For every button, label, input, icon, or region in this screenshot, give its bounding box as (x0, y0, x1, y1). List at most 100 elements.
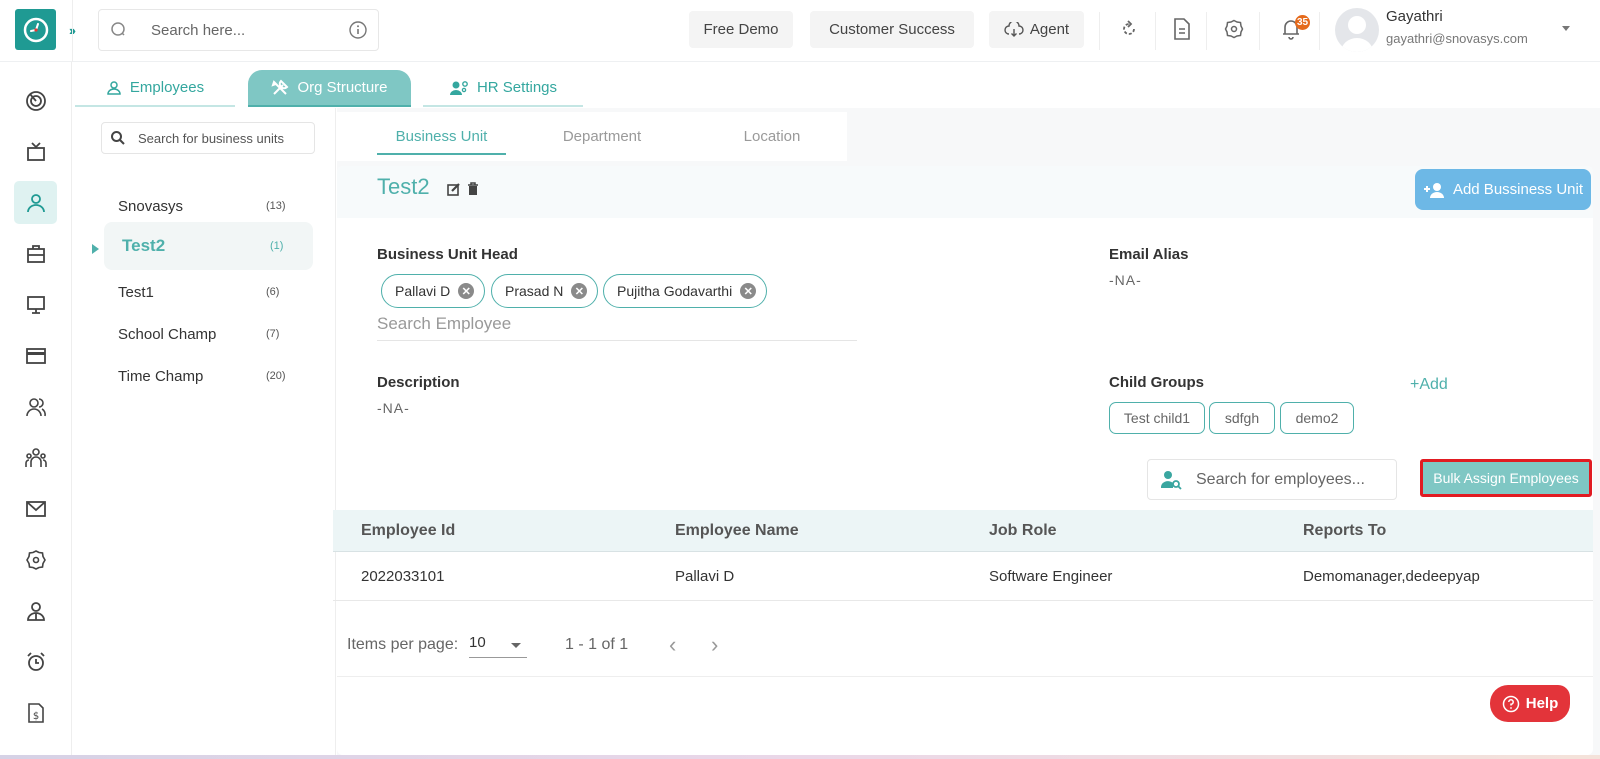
sidebar-item-tv[interactable] (14, 130, 57, 173)
notification-badge: 35 (1295, 15, 1310, 30)
divider (1319, 12, 1320, 50)
settings-icon (25, 549, 46, 570)
remove-chip-icon[interactable]: ✕ (458, 283, 475, 299)
remove-chip-icon[interactable]: ✕ (571, 283, 588, 299)
next-page-button[interactable]: › (711, 632, 718, 658)
child-group-chip[interactable]: Test child1 (1109, 402, 1205, 434)
head-chip: Pallavi D ✕ (381, 274, 486, 308)
sidebar-item-users[interactable] (14, 385, 57, 428)
sidebar-item-billing[interactable] (14, 334, 57, 377)
bottom-strip (0, 755, 1600, 759)
card-header: Test2 Add Bussiness Unit (337, 166, 1593, 218)
search-icon (111, 22, 125, 36)
sidebar-item-monitor[interactable] (14, 283, 57, 326)
document-button[interactable] (1169, 16, 1195, 42)
mail-icon (25, 500, 46, 517)
employee-search-input[interactable]: Search for employees... (1196, 471, 1365, 489)
add-child-group-link[interactable]: +Add (1410, 376, 1448, 394)
sidebar-item-alarm[interactable] (14, 640, 57, 683)
edit-icon[interactable] (447, 182, 461, 196)
pagination: Items per page: 10 1 - 1 of 1 ‹ › (337, 626, 1593, 676)
tab-employees-label: Employees (129, 79, 205, 96)
gear-icon (1224, 19, 1244, 39)
tv-icon (26, 141, 45, 161)
description-value: -NA- (377, 400, 410, 416)
help-button[interactable]: Help (1490, 685, 1570, 722)
column-header[interactable]: Reports To (1303, 522, 1386, 540)
child-group-chip[interactable]: sdfgh (1209, 402, 1275, 434)
trash-icon[interactable] (467, 182, 479, 196)
items-per-page-select[interactable]: 10 (469, 634, 527, 658)
tools-icon (271, 79, 289, 95)
tab-business-unit[interactable]: Business Unit (377, 112, 506, 161)
add-business-unit-button[interactable]: Add Bussiness Unit (1415, 169, 1591, 210)
search-input[interactable]: Search here... (151, 22, 348, 39)
business-unit-item[interactable]: Test1 (6) (104, 268, 313, 316)
app-logo[interactable] (15, 9, 56, 50)
sidebar-item-invoice[interactable]: $ (14, 691, 57, 734)
clock-logo-icon (23, 17, 48, 42)
customer-success-button[interactable]: Customer Success (810, 11, 974, 48)
monitor-icon (26, 295, 45, 314)
user-name: Gayathri (1386, 8, 1443, 25)
tab-org-structure[interactable]: Org Structure (248, 70, 411, 107)
free-demo-button[interactable]: Free Demo (689, 11, 793, 48)
tab-hr-settings[interactable]: HR Settings (423, 70, 583, 107)
business-unit-panel: Search for business units Snovasys (13) … (73, 108, 336, 755)
divider (1206, 12, 1207, 50)
bulk-assign-employees-button[interactable]: Bulk Assign Employees (1420, 459, 1592, 497)
child-group-chip[interactable]: demo2 (1280, 402, 1354, 434)
user-gear-icon (449, 80, 468, 95)
bulk-assign-label: Bulk Assign Employees (1433, 470, 1579, 486)
remove-chip-icon[interactable]: ✕ (740, 283, 757, 299)
tab-employees[interactable]: Employees (75, 70, 235, 107)
info-icon[interactable] (348, 20, 368, 40)
employee-search[interactable]: Search for employees... (1147, 459, 1397, 500)
user-icon (107, 80, 121, 95)
email-alias-value: -NA- (1109, 272, 1142, 288)
sidebar: $ (0, 62, 72, 755)
business-unit-item[interactable]: School Champ (7) (104, 310, 313, 358)
table-row[interactable]: 2022033101 Pallavi D Software Engineer D… (333, 552, 1593, 601)
user-email: gayathri@snovasys.com (1386, 31, 1528, 46)
business-unit-search[interactable]: Search for business units (101, 122, 315, 154)
sidebar-item-mail[interactable] (14, 487, 57, 530)
column-header[interactable]: Job Role (989, 522, 1057, 540)
sidebar-item-employees[interactable] (14, 181, 57, 224)
business-unit-item-selected[interactable]: Test2 (1) (104, 222, 313, 270)
expand-sidebar-button[interactable]: ››› (58, 14, 84, 46)
sidebar-item-dashboard[interactable] (14, 79, 57, 122)
user-menu-caret-icon[interactable] (1562, 26, 1570, 31)
business-unit-search-input[interactable]: Search for business units (138, 131, 284, 146)
free-demo-label: Free Demo (703, 21, 779, 38)
child-group-label: Test child1 (1123, 410, 1191, 426)
tab-location[interactable]: Location (707, 112, 837, 161)
business-unit-item[interactable]: Time Champ (20) (104, 352, 313, 400)
tab-org-structure-label: Org Structure (297, 79, 388, 96)
settings-button[interactable] (1221, 16, 1247, 42)
child-groups-label: Child Groups (1109, 374, 1204, 391)
business-unit-name: Time Champ (118, 367, 204, 385)
refresh-button[interactable] (1116, 16, 1142, 42)
business-unit-count: (13) (266, 200, 286, 212)
agent-button[interactable]: Agent (989, 11, 1084, 48)
tab-hr-settings-label: HR Settings (476, 79, 558, 96)
sidebar-item-profile[interactable] (14, 589, 57, 632)
business-unit-title: Test2 (377, 174, 430, 199)
search-employee-input[interactable]: Search Employee (377, 314, 857, 341)
sidebar-item-briefcase[interactable] (14, 232, 57, 275)
top-bar: ››› Search here... Free Demo Customer Su… (0, 0, 1600, 62)
divider (1155, 12, 1156, 50)
sidebar-item-settings[interactable] (14, 538, 57, 581)
business-unit-name: Test1 (118, 283, 154, 301)
avatar[interactable] (1335, 8, 1379, 52)
cloud-download-icon (1004, 21, 1024, 37)
business-unit-count: (7) (266, 328, 280, 340)
sidebar-item-team[interactable] (14, 436, 57, 479)
previous-page-button[interactable]: ‹ (669, 632, 676, 658)
global-search[interactable]: Search here... (98, 9, 379, 51)
column-header[interactable]: Employee Name (675, 522, 799, 540)
column-header[interactable]: Employee Id (361, 522, 455, 540)
tab-department[interactable]: Department (537, 112, 667, 161)
table-cell: Demomanager,dedeepyap (1303, 568, 1480, 585)
